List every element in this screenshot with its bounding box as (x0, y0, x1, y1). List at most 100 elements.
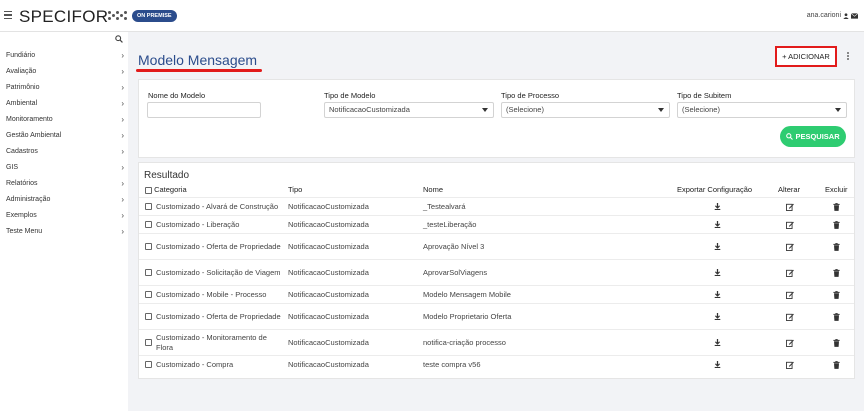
sidebar-item[interactable]: Monitoramento › (6, 112, 124, 126)
edit-icon[interactable] (783, 286, 797, 303)
trash-icon[interactable] (829, 304, 843, 329)
table-row[interactable]: Customizado - Solicitação de Viagem Notif… (139, 259, 854, 285)
sidebar-item-label: Exemplos (6, 211, 37, 219)
download-icon[interactable] (710, 216, 724, 233)
row-checkbox[interactable] (145, 221, 152, 228)
download-icon[interactable] (710, 356, 724, 373)
trash-icon[interactable] (829, 260, 843, 285)
cell-nome: teste compra v56 (423, 360, 481, 369)
edit-icon[interactable] (783, 260, 797, 285)
chevron-right-icon: › (121, 162, 124, 172)
chevron-right-icon: › (121, 146, 124, 156)
row-select: Customizado - Compra (145, 356, 281, 373)
logo-dots-icon (108, 11, 128, 21)
sidebar-item[interactable]: Patrimônio › (6, 80, 124, 94)
edit-icon[interactable] (783, 356, 797, 373)
download-icon[interactable] (710, 330, 724, 355)
row-checkbox[interactable] (145, 361, 152, 368)
cell-tipo: NotificacaoCustomizada (288, 290, 369, 299)
table-row[interactable]: Customizado - Oferta de Propriedade Notif… (139, 303, 854, 329)
table-row[interactable]: Customizado - Oferta de Propriedade Notif… (139, 233, 854, 259)
row-checkbox[interactable] (145, 243, 152, 250)
user-icon[interactable] (843, 12, 849, 19)
download-icon[interactable] (710, 198, 724, 215)
search-button[interactable]: PESQUISAR (780, 126, 846, 147)
row-select: Customizado - Monitoramento de Flora (145, 330, 281, 355)
trash-icon[interactable] (829, 356, 843, 373)
download-icon[interactable] (710, 286, 724, 303)
row-checkbox[interactable] (145, 313, 152, 320)
sidebar-item[interactable]: Gestão Ambiental › (6, 128, 124, 142)
sidebar-item[interactable]: Avaliação › (6, 64, 124, 78)
chevron-right-icon: › (121, 210, 124, 220)
select-all-checkbox[interactable] (145, 186, 152, 194)
edit-icon[interactable] (783, 330, 797, 355)
trash-icon[interactable] (829, 234, 843, 259)
row-checkbox[interactable] (145, 269, 152, 276)
row-select: Customizado - Solicitação de Viagem (145, 260, 281, 285)
username[interactable]: ana.carioni (807, 12, 841, 19)
chevron-right-icon: › (121, 114, 124, 124)
tipo-subitem-select[interactable]: (Selecione) (677, 102, 847, 118)
add-button[interactable]: + ADICIONAR (775, 46, 837, 67)
header-categoria: Categoria (145, 185, 187, 194)
sidebar-item[interactable]: Relatórios › (6, 176, 124, 190)
search-icon[interactable] (115, 35, 123, 43)
download-icon[interactable] (710, 260, 724, 285)
more-options-icon[interactable] (847, 52, 850, 62)
tipo-subitem-value: (Selecione) (682, 105, 720, 114)
edit-icon[interactable] (783, 216, 797, 233)
nome-modelo-input[interactable] (147, 102, 261, 118)
sidebar-item[interactable]: Teste Menu › (6, 224, 124, 238)
sidebar-item[interactable]: Ambiental › (6, 96, 124, 110)
table-row[interactable]: Customizado - Monitoramento de Flora Noti… (139, 329, 854, 355)
top-bar: SPECIFOR ON PREMISE ana.carioni (0, 0, 864, 32)
chevron-right-icon: › (121, 50, 124, 60)
trash-icon[interactable] (829, 198, 843, 215)
download-icon[interactable] (710, 304, 724, 329)
row-select: Customizado - Alvará de Construção (145, 198, 281, 215)
sidebar-item[interactable]: Exemplos › (6, 208, 124, 222)
table-row[interactable]: Customizado - Alvará de Construção Notifi… (139, 197, 854, 215)
chevron-down-icon (835, 108, 841, 112)
tipo-modelo-label: Tipo de Modelo (324, 91, 376, 100)
filter-panel: Nome do Modelo Tipo de Modelo Notificaca… (138, 79, 855, 158)
row-checkbox[interactable] (145, 203, 152, 210)
menu-icon[interactable] (4, 11, 12, 19)
tipo-modelo-value: NotificacaoCustomizada (329, 105, 410, 114)
table-row[interactable]: Customizado - Liberação NotificacaoCustom… (139, 215, 854, 233)
tipo-processo-select[interactable]: (Selecione) (501, 102, 670, 118)
edit-icon[interactable] (783, 304, 797, 329)
sidebar: Fundiário › Avaliação › Patrimônio › Ambiental… (0, 32, 128, 411)
edit-icon[interactable] (783, 198, 797, 215)
on-premise-badge: ON PREMISE (132, 10, 177, 22)
sidebar-item-label: Cadastros (6, 147, 38, 155)
row-checkbox[interactable] (145, 291, 152, 298)
trash-icon[interactable] (829, 216, 843, 233)
sidebar-item[interactable]: Cadastros › (6, 144, 124, 158)
row-checkbox[interactable] (145, 339, 152, 346)
trash-icon[interactable] (829, 330, 843, 355)
chevron-right-icon: › (121, 98, 124, 108)
sidebar-item[interactable]: Fundiário › (6, 48, 124, 62)
sidebar-item-label: Teste Menu (6, 227, 43, 235)
table-row[interactable]: Customizado - Compra NotificacaoCustomiza… (139, 355, 854, 373)
tipo-processo-label: Tipo de Processo (501, 91, 560, 100)
results-panel: Resultado Categoria Tipo Nome Exportar C… (138, 162, 855, 379)
sidebar-item[interactable]: Administração › (6, 192, 124, 206)
cell-tipo: NotificacaoCustomizada (288, 202, 369, 211)
download-icon[interactable] (710, 234, 724, 259)
user-menu[interactable]: ana.carioni (807, 12, 858, 19)
sidebar-item-label: GIS (6, 163, 19, 171)
nome-modelo-label: Nome do Modelo (148, 91, 206, 100)
edit-icon[interactable] (783, 234, 797, 259)
tipo-processo-value: (Selecione) (506, 105, 544, 114)
sidebar-item-label: Patrimônio (6, 83, 40, 91)
table-row[interactable]: Customizado - Mobile - Processo Notificac… (139, 285, 854, 303)
tipo-modelo-select[interactable]: NotificacaoCustomizada (324, 102, 494, 118)
trash-icon[interactable] (829, 286, 843, 303)
sidebar-item[interactable]: GIS › (6, 160, 124, 174)
mail-icon[interactable] (851, 12, 858, 19)
tipo-subitem-label: Tipo de Subitem (677, 91, 732, 100)
cell-tipo: NotificacaoCustomizada (288, 268, 369, 277)
